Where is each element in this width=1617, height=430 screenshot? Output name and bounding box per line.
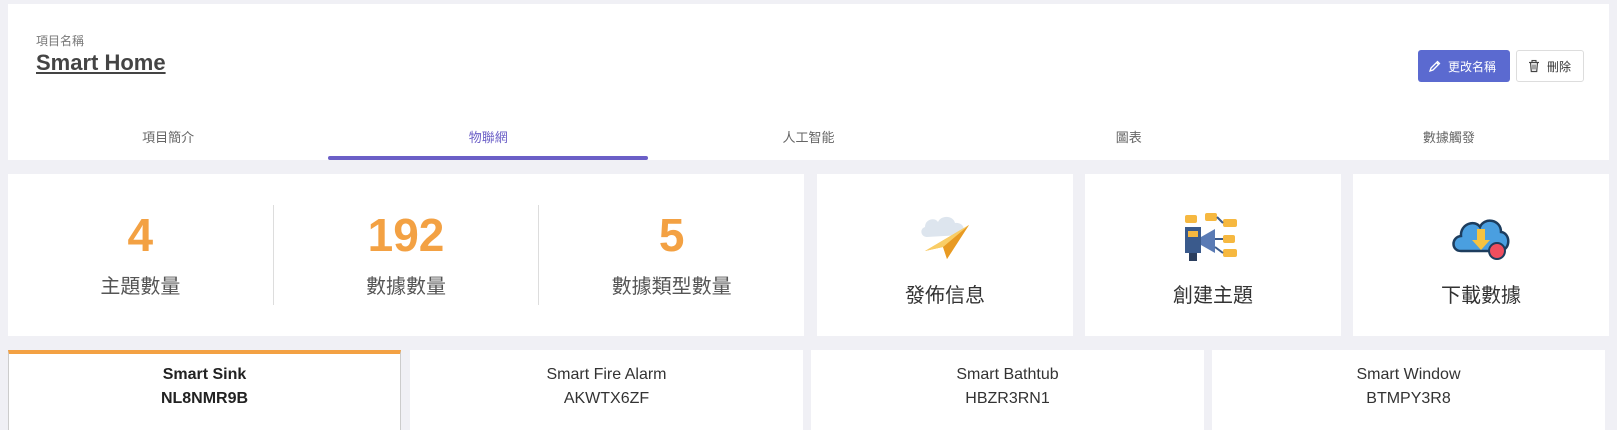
stat-data-type-count: 5 數據類型數量 — [538, 205, 804, 305]
tab-label: 項目簡介 — [142, 129, 195, 145]
device-name: Smart Fire Alarm — [546, 366, 667, 383]
publish-message-card[interactable]: 發佈信息 — [817, 174, 1073, 336]
stat-value: 192 — [367, 208, 445, 261]
tab-iot[interactable]: 物聯網 — [328, 112, 649, 160]
rename-button[interactable]: 更改名稱 — [1418, 50, 1510, 82]
action-label: 發佈信息 — [905, 284, 985, 307]
pencil-icon — [1428, 60, 1441, 73]
tab-label: 人工智能 — [782, 129, 835, 145]
project-name[interactable]: Smart Home — [36, 50, 166, 76]
rename-button-label: 更改名稱 — [1448, 59, 1497, 74]
device-code: HBZR3RN1 — [965, 390, 1050, 407]
device-card-smart-fire-alarm[interactable]: Smart Fire Alarm AKWTX6ZF — [410, 350, 803, 430]
device-card-smart-bathtub[interactable]: Smart Bathtub HBZR3RN1 — [811, 350, 1204, 430]
delete-button[interactable]: 刪除 — [1516, 50, 1584, 82]
delete-button-label: 刪除 — [1547, 59, 1572, 74]
tab-intro[interactable]: 項目簡介 — [8, 112, 328, 160]
stat-label: 主題數量 — [100, 275, 181, 298]
device-name: Smart Bathtub — [956, 366, 1059, 383]
device-code: NL8NMR9B — [160, 390, 249, 407]
paper-plane-cloud-icon — [921, 216, 969, 259]
stats-card: 4 主題數量 192 數據數量 5 數據類型數量 — [8, 174, 804, 336]
device-code: AKWTX6ZF — [563, 390, 650, 407]
device-card-smart-window[interactable]: Smart Window BTMPY3R8 — [1212, 350, 1605, 430]
download-data-card[interactable]: 下載數據 — [1353, 174, 1609, 336]
project-name-label: 項目名稱 — [36, 34, 85, 48]
action-label: 下載數據 — [1441, 284, 1521, 307]
cloud-download-icon — [1452, 219, 1510, 260]
create-topic-card[interactable]: 創建主題 — [1085, 174, 1341, 336]
trash-icon — [1529, 59, 1539, 73]
tab-label: 物聯網 — [468, 129, 508, 145]
stat-topic-count: 4 主題數量 — [8, 205, 273, 305]
main-tabs: 項目簡介 物聯網 人工智能 圖表 數據觸發 — [8, 112, 1609, 160]
action-label: 創建主題 — [1173, 284, 1253, 307]
tab-ai[interactable]: 人工智能 — [648, 112, 968, 160]
stat-label: 數據類型數量 — [611, 275, 732, 298]
device-code: BTMPY3R8 — [1366, 390, 1451, 407]
tab-label: 數據觸發 — [1422, 129, 1475, 145]
tab-data-trigger[interactable]: 數據觸發 — [1289, 112, 1609, 160]
stat-value: 5 — [658, 208, 685, 261]
device-name: Smart Sink — [162, 366, 247, 383]
project-header: 項目名稱 Smart Home 更改名稱 刪除 — [8, 4, 1609, 112]
tab-label: 圖表 — [1115, 129, 1142, 145]
topic-network-icon — [1185, 212, 1237, 261]
stat-data-count: 192 數據數量 — [272, 205, 539, 305]
stat-value: 4 — [127, 208, 154, 261]
stat-label: 數據數量 — [366, 275, 446, 298]
device-name: Smart Window — [1356, 366, 1461, 383]
device-card-smart-sink[interactable]: Smart Sink NL8NMR9B — [8, 350, 401, 430]
tab-charts[interactable]: 圖表 — [969, 112, 1289, 160]
